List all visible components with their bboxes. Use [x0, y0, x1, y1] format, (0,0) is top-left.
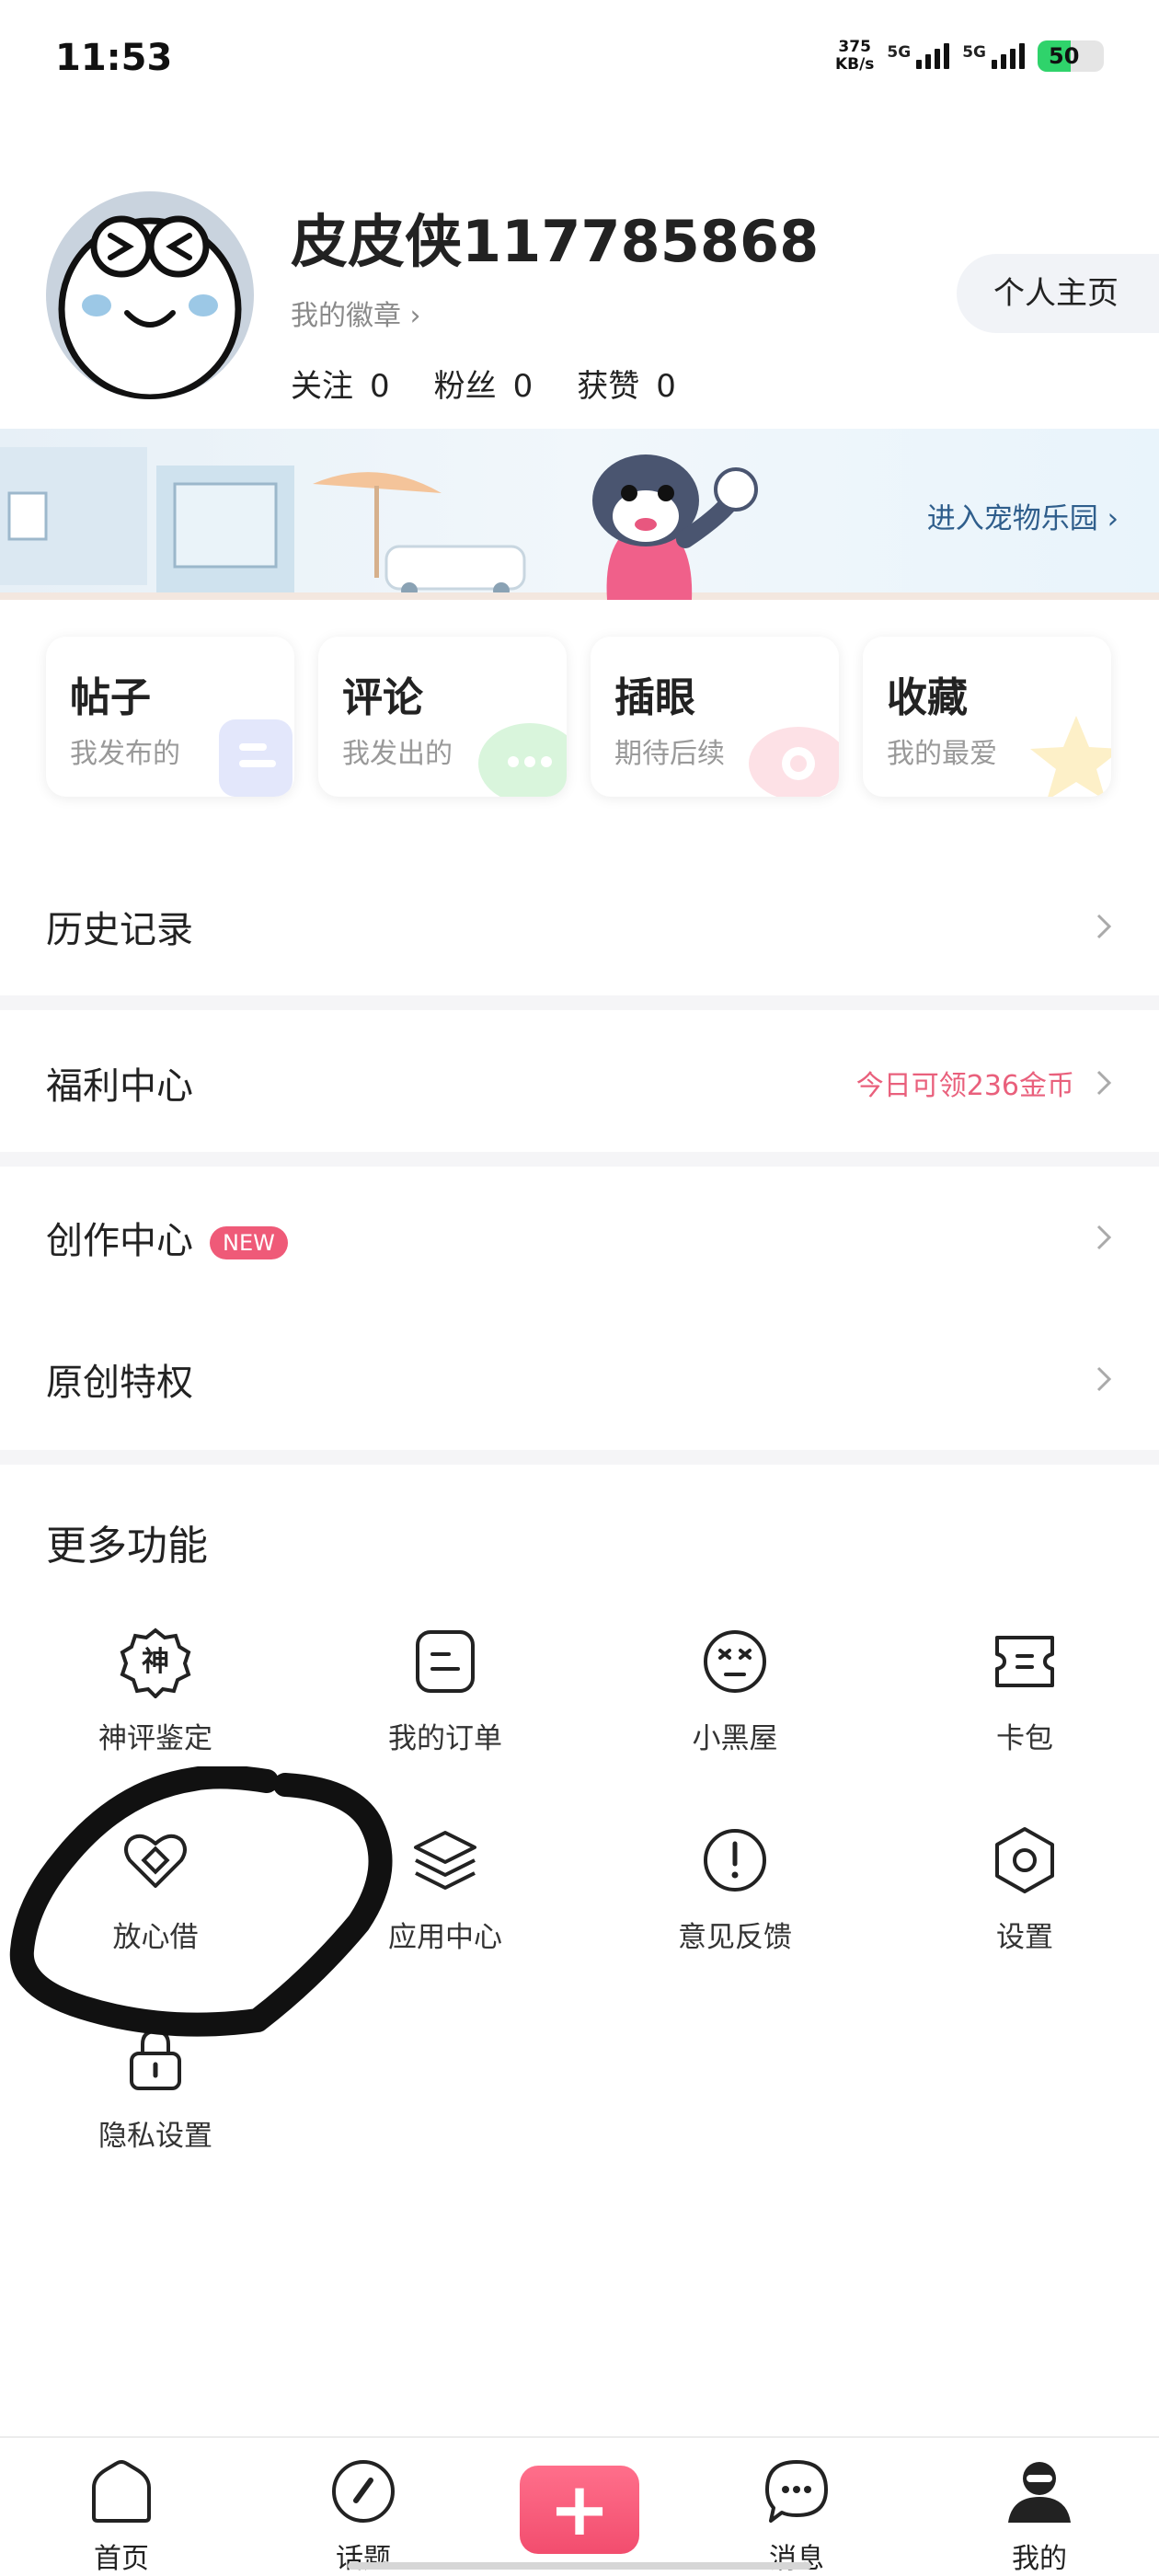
card-wallet-button[interactable]: 卡包 [914, 1625, 1135, 1756]
avatar-face-icon [58, 215, 242, 399]
black-room-button[interactable]: 小黑屋 [625, 1625, 845, 1756]
likes-stat[interactable]: 获赞 0 [577, 361, 676, 406]
quick-cards: 帖子 我发布的 评论 我发出的 插眼 期待后续 收藏 我的最爱 [46, 637, 1111, 797]
personal-homepage-button[interactable]: 个人主页 [957, 254, 1159, 333]
profile-stats: 关注 0 粉丝 0 获赞 0 [291, 361, 676, 406]
section-divider [0, 1450, 1159, 1465]
god-comment-icon: 神 [120, 1627, 191, 1699]
original-privilege-row[interactable]: 原创特权 [0, 1310, 1159, 1448]
pet-park-banner[interactable]: 进入宠物乐园 › [0, 429, 1159, 600]
card-wallet-icon [995, 1636, 1054, 1687]
status-bar: 11:53 375 KB/s 5G 5G 50 [0, 0, 1159, 120]
nav-messages[interactable]: 消息 [723, 2456, 870, 2576]
battery-icon: 50 [1038, 40, 1104, 72]
more-functions-title: 更多功能 [46, 1523, 208, 1570]
compass-icon [332, 2460, 395, 2523]
chevron-right-icon [1096, 914, 1112, 939]
profile-icon [1008, 2462, 1071, 2523]
loan-button[interactable]: 放心借 [45, 1823, 266, 1955]
my-orders-button[interactable]: 我的订单 [335, 1625, 556, 1756]
status-indicators: 375 KB/s 5G 5G 50 [835, 39, 1104, 74]
history-row[interactable]: 历史记录 [0, 857, 1159, 995]
chevron-right-icon: › [1107, 502, 1119, 535]
home-icon [92, 2460, 151, 2523]
layers-icon [414, 1831, 476, 1890]
home-indicator [348, 2562, 811, 2570]
welfare-coins-text: 今日可领236金币 [855, 1070, 1074, 1102]
network-speed: 375 KB/s [834, 38, 875, 74]
nav-topics[interactable]: 话题 [290, 2456, 437, 2576]
status-time: 11:53 [55, 37, 173, 79]
feedback-icon [704, 1829, 766, 1892]
svg-text:神: 神 [142, 1646, 169, 1678]
blackroom-icon [704, 1630, 766, 1693]
message-icon [765, 2460, 828, 2523]
avatar[interactable] [46, 191, 254, 399]
god-comment-button[interactable]: 神 神评鉴定 [45, 1625, 266, 1756]
lock-icon [130, 2029, 181, 2090]
section-divider [0, 995, 1159, 1010]
chevron-right-icon [1096, 1225, 1112, 1250]
settings-button[interactable]: 设置 [914, 1823, 1135, 1955]
settings-icon [995, 1827, 1054, 1893]
welfare-center-row[interactable]: 福利中心 今日可领236金币 [0, 1014, 1159, 1152]
chevron-right-icon [1096, 1366, 1112, 1392]
my-badges-link[interactable]: 我的徽章 › [291, 293, 421, 333]
username: 皮皮侠117785868 [291, 208, 820, 275]
card-favorites[interactable]: 收藏 我的最爱 [863, 637, 1111, 797]
nav-home[interactable]: 首页 [48, 2456, 195, 2576]
card-bookmarks-eye[interactable]: 插眼 期待后续 [591, 637, 839, 797]
section-divider [0, 1152, 1159, 1167]
followers-stat[interactable]: 粉丝 0 [434, 361, 534, 406]
order-icon [416, 1630, 475, 1693]
create-post-button[interactable]: + [520, 2466, 639, 2554]
bottom-navigation: 首页 话题 + 消息 我的 [0, 2436, 1159, 2576]
loan-icon [124, 1834, 187, 1888]
privacy-settings-button[interactable]: 隐私设置 [45, 2022, 266, 2154]
following-stat[interactable]: 关注 0 [291, 361, 390, 406]
creation-center-row[interactable]: 创作中心 NEW [0, 1168, 1159, 1306]
nav-mine[interactable]: 我的 [966, 2456, 1113, 2576]
app-center-button[interactable]: 应用中心 [335, 1823, 556, 1955]
signal-2-icon: 5G [962, 43, 1025, 69]
signal-1-icon: 5G [887, 43, 950, 69]
card-posts[interactable]: 帖子 我发布的 [46, 637, 294, 797]
enter-pet-park-link[interactable]: 进入宠物乐园 › [927, 495, 1119, 536]
feedback-button[interactable]: 意见反馈 [625, 1823, 845, 1955]
new-badge: NEW [210, 1226, 288, 1259]
chevron-right-icon [1096, 1070, 1112, 1096]
card-comments[interactable]: 评论 我发出的 [318, 637, 567, 797]
